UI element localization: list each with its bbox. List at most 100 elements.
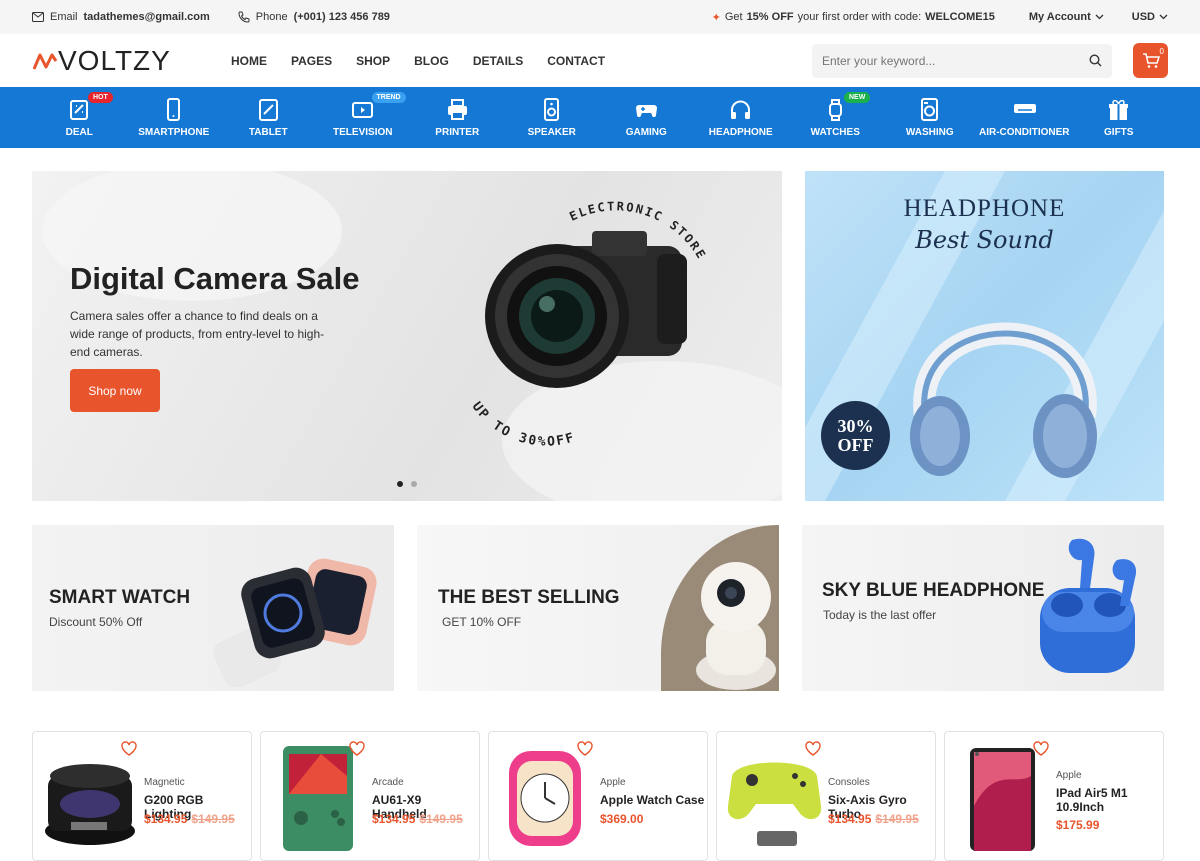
product-card[interactable]: Magnetic G200 RGB Lighting $134.95 $149.95 xyxy=(32,731,252,861)
product-card[interactable]: Consoles Six-Axis Gyro Turbo $134.95 $149.9… xyxy=(716,731,936,861)
product-category: Consoles xyxy=(828,777,870,788)
category-headphone[interactable]: HEADPHONE xyxy=(694,87,789,148)
promo-sky-blue-headphone[interactable]: SKY BLUE HEADPHONE Today is the last off… xyxy=(802,525,1164,691)
banner-title: HEADPHONE xyxy=(903,195,1066,222)
category-label: TELEVISION xyxy=(333,126,393,138)
washing-machine-icon xyxy=(921,97,939,121)
promo-title: SMART WATCH xyxy=(49,587,191,608)
phone-icon xyxy=(238,11,250,23)
cart-button[interactable]: 0 xyxy=(1133,43,1168,78)
main-header: VOLTZY HOME PAGES SHOP BLOG DETAILS CONTACT 0 xyxy=(0,34,1200,87)
category-bar: DEAL HOT SMARTPHONE TABLET TELEVISION TREND PR… xyxy=(0,87,1200,148)
product-image xyxy=(45,764,135,845)
category-label: HEADPHONE xyxy=(708,126,773,138)
wishlist-heart-icon[interactable] xyxy=(577,741,593,756)
promo-smart-watch[interactable]: SMART WATCH Discount 50% Off xyxy=(32,525,394,691)
gamepad-icon xyxy=(635,104,657,117)
category-washing[interactable]: WASHING xyxy=(883,87,978,148)
current-price: $134.95 xyxy=(372,812,416,826)
phone-info[interactable]: Phone (+001) 123 456 789 xyxy=(238,11,390,23)
search-icon[interactable] xyxy=(1089,54,1102,67)
arc-bottom-text: UP TO 30%OFF xyxy=(469,399,576,446)
promo-percent: 15% OFF xyxy=(746,11,794,23)
deal-icon xyxy=(69,99,88,120)
category-badge: TREND xyxy=(371,92,406,103)
hero-description: Camera sales offer a chance to find deal… xyxy=(70,309,325,359)
wishlist-heart-icon[interactable] xyxy=(805,741,821,756)
nav-item-pages[interactable]: PAGES xyxy=(291,54,332,68)
account-label: My Account xyxy=(1028,11,1091,23)
wishlist-heart-icon[interactable] xyxy=(349,741,365,756)
site-logo[interactable]: VOLTZY xyxy=(32,45,231,77)
promo-best-selling[interactable]: THE BEST SELLING GET 10% OFF xyxy=(417,525,779,691)
smartwatch-image xyxy=(213,558,377,687)
cart-count: 0 xyxy=(1159,47,1164,56)
hero-slider[interactable]: Digital Camera Sale Camera sales offer a… xyxy=(32,171,782,501)
tablet-icon xyxy=(258,98,278,121)
nav-item-blog[interactable]: BLOG xyxy=(414,54,449,68)
product-card[interactable]: Arcade AU61-X9 Handheld $134.95 $149.95 xyxy=(260,731,480,861)
printer-icon xyxy=(447,98,467,120)
phone-number[interactable]: (+001) 123 456 789 xyxy=(294,11,390,23)
promo-title: THE BEST SELLING xyxy=(438,587,620,608)
television-icon xyxy=(352,101,374,118)
slider-dot-1[interactable] xyxy=(397,481,403,487)
banner-script: Best Sound xyxy=(915,226,1054,254)
product-name[interactable]: Apple Watch Case xyxy=(600,793,705,807)
category-deal[interactable]: DEAL HOT xyxy=(32,87,127,148)
category-air-conditioner[interactable]: AIR-CONDITIONER xyxy=(977,87,1072,148)
product-card[interactable]: Apple Apple Watch Case $369.00 xyxy=(488,731,708,861)
wishlist-heart-icon[interactable] xyxy=(121,741,137,756)
email-info[interactable]: Email tadathemes@gmail.com xyxy=(32,11,210,23)
wishlist-heart-icon[interactable] xyxy=(1033,741,1049,756)
logo-mark-icon xyxy=(32,53,58,70)
currency-dropdown[interactable]: USD xyxy=(1132,11,1168,23)
email-address[interactable]: tadathemes@gmail.com xyxy=(84,11,210,23)
nav-item-details[interactable]: DETAILS xyxy=(473,54,523,68)
product-category: Arcade xyxy=(372,777,404,788)
cart-icon xyxy=(1142,52,1160,68)
current-price: $134.95 xyxy=(828,812,872,826)
nav-item-home[interactable]: HOME xyxy=(231,54,267,68)
category-television[interactable]: TELEVISION TREND xyxy=(316,87,411,148)
nav-item-shop[interactable]: SHOP xyxy=(356,54,390,68)
category-tablet[interactable]: TABLET xyxy=(221,87,316,148)
slider-dots xyxy=(397,481,417,487)
logo-text: VOLTZY xyxy=(58,44,171,76)
promo-message: ✦ Get 15% OFF your first order with code… xyxy=(712,11,995,24)
slider-dot-2[interactable] xyxy=(411,481,417,487)
search-input[interactable] xyxy=(822,53,1089,68)
category-label: AIR-CONDITIONER xyxy=(978,126,1070,138)
category-label: WATCHES xyxy=(810,126,860,138)
category-badge: HOT xyxy=(88,92,113,103)
speaker-icon xyxy=(544,97,560,121)
shop-now-button[interactable]: Shop now xyxy=(70,369,160,412)
category-label: GAMING xyxy=(625,126,667,138)
category-smartphone[interactable]: SMARTPHONE xyxy=(127,87,222,148)
promo-title: SKY BLUE HEADPHONE xyxy=(822,580,1045,601)
discount-line1: 30% xyxy=(837,415,874,436)
category-speaker[interactable]: SPEAKER xyxy=(505,87,600,148)
account-dropdown[interactable]: My Account xyxy=(1029,11,1104,23)
mail-icon xyxy=(32,12,44,22)
category-gifts[interactable]: GIFTS xyxy=(1072,87,1167,148)
category-printer[interactable]: PRINTER xyxy=(410,87,505,148)
chevron-down-icon xyxy=(1159,14,1168,20)
discount-circle: 30% OFF xyxy=(821,401,890,470)
headphone-banner[interactable]: HEADPHONE Best Sound 30% OFF xyxy=(805,171,1164,501)
product-price: $134.95 $149.95 xyxy=(828,812,919,826)
nav-item-contact[interactable]: CONTACT xyxy=(547,54,605,68)
category-label: WASHING xyxy=(905,126,954,138)
product-price: $369.00 xyxy=(600,812,643,826)
headphone-icon xyxy=(731,100,751,119)
hero-title: Digital Camera Sale xyxy=(70,261,360,296)
category-watches[interactable]: WATCHES NEW xyxy=(788,87,883,148)
main-nav: HOME PAGES SHOP BLOG DETAILS CONTACT xyxy=(231,54,605,68)
old-price: $149.95 xyxy=(191,812,235,826)
category-gaming[interactable]: GAMING xyxy=(599,87,694,148)
product-image xyxy=(727,762,822,846)
product-name[interactable]: IPad Air5 M1 10.9Inch xyxy=(1056,786,1161,814)
product-card[interactable]: Apple IPad Air5 M1 10.9Inch $175.99 xyxy=(944,731,1164,861)
promo-subtitle: GET 10% OFF xyxy=(442,615,522,629)
category-label: TABLET xyxy=(248,126,288,138)
